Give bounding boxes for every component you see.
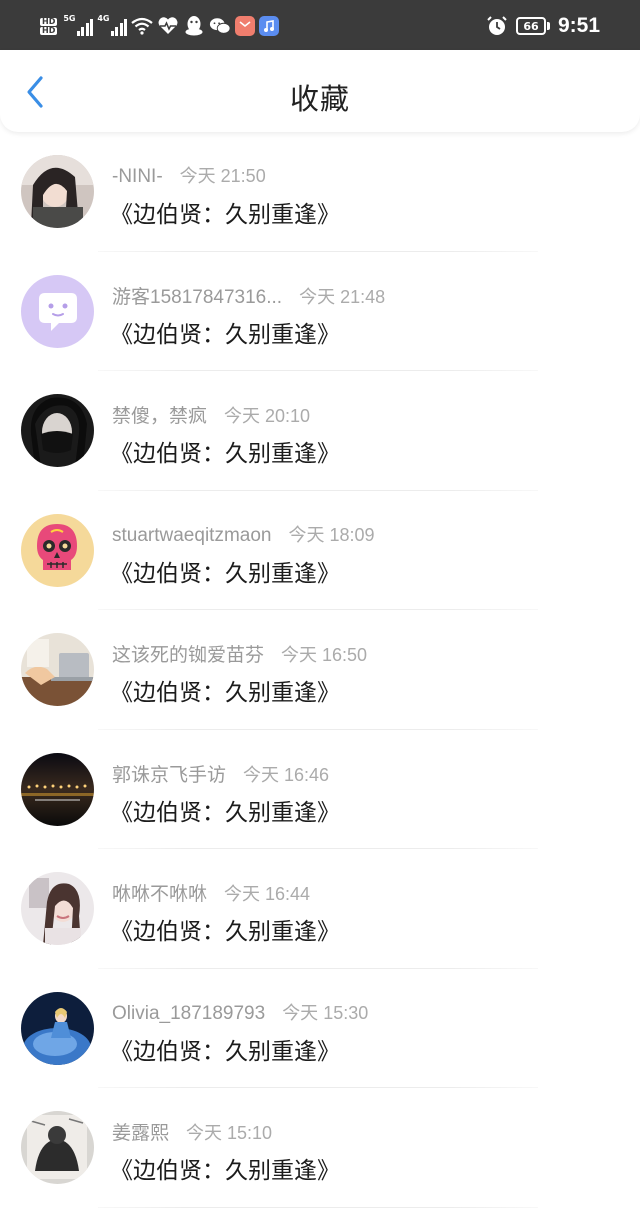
battery-icon: 66 [515,17,550,35]
username: 禁傻，禁疯 [112,406,208,427]
signal-5g-icon: 5G [63,14,94,37]
item-meta: 游客15817847316... 今天 21:48 [112,282,385,309]
favorite-title: 《边伯贤：久别重逢》 [110,680,340,706]
timestamp: 今天 20:10 [224,406,311,426]
avatar[interactable] [21,274,94,348]
item-meta: stuartwaeqitzmaon 今天 18:09 [112,521,375,547]
avatar[interactable] [21,1111,94,1184]
avatar[interactable] [21,633,94,706]
wechat-icon [209,15,231,37]
username: 郭诛京飞手访 [112,764,227,786]
music-app-icon [259,16,280,36]
wifi-icon [131,15,154,37]
favorite-item[interactable]: 郭诛京飞手访 今天 16:46 《边伯贤：久别重逢》 [0,730,640,849]
timestamp: 今天 21:48 [299,286,386,307]
heart-rate-icon [157,15,179,37]
item-meta: 咻咻不咻咻 今天 16:44 [112,879,310,906]
username: 咻咻不咻咻 [112,884,208,905]
avatar[interactable] [21,872,94,945]
avatar[interactable] [21,155,94,228]
timestamp: 今天 15:10 [186,1123,273,1143]
hd-label-bottom: HD [40,25,58,35]
username: Olivia_187189793 [112,1002,266,1024]
favorite-item[interactable]: 禁傻，禁疯 今天 20:10 《边伯贤：久别重逢》 [0,371,640,491]
favorites-list: -NINI- 今天 21:50 《边伯贤：久别重逢》 游客15817847316… [0,132,640,1208]
timestamp: 今天 16:44 [224,884,311,904]
avatar[interactable] [21,394,94,467]
favorite-item[interactable]: 姜露熙 今天 15:10 《边伯贤：久别重逢》 [0,1088,640,1208]
username: stuartwaeqitzmaon [112,524,272,546]
timestamp: 今天 18:09 [288,524,375,545]
divider [98,1206,538,1208]
item-meta: 禁傻，禁疯 今天 20:10 [112,401,310,428]
favorite-title: 《边伯贤：久别重逢》 [110,560,340,587]
status-time: 9:51 [557,14,600,37]
timestamp: 今天 15:30 [282,1002,369,1023]
nav-bar: 收藏 [0,50,640,132]
signal-4g-icon: 4G [97,14,128,37]
battery-level: 66 [515,17,546,35]
favorite-title: 《边伯贤：久别重逢》 [110,441,340,467]
favorite-title: 《边伯贤：久别重逢》 [110,1158,340,1184]
favorite-title: 《边伯贤：久别重逢》 [110,1038,340,1065]
status-left: HD HD 5G 4G [40,12,280,40]
favorite-title: 《边伯贤：久别重逢》 [110,799,340,826]
mail-app-icon [235,16,256,36]
avatar[interactable] [21,752,94,826]
username: -NINI- [112,166,163,187]
page-title: 收藏 [289,82,350,116]
favorite-item[interactable]: 咻咻不咻咻 今天 16:44 《边伯贤：久别重逢》 [0,849,640,969]
favorite-item[interactable]: Olivia_187189793 今天 15:30 《边伯贤：久别重逢》 [0,969,640,1088]
status-right: 66 9:51 [486,12,600,40]
item-meta: 郭诛京飞手访 今天 16:46 [112,760,329,787]
item-meta: Olivia_187189793 今天 15:30 [112,999,368,1025]
item-meta: 这该死的铷爱苗芬 今天 16:50 [112,640,367,667]
timestamp: 今天 16:46 [243,764,330,785]
avatar[interactable] [21,513,94,587]
timestamp: 今天 21:50 [179,166,266,186]
avatar[interactable] [21,991,94,1065]
favorite-item[interactable]: 这该死的铷爱苗芬 今天 16:50 《边伯贤：久别重逢》 [0,610,640,730]
favorite-item[interactable]: stuartwaeqitzmaon 今天 18:09 《边伯贤：久别重逢》 [0,491,640,610]
username: 这该死的铷爱苗芬 [112,645,265,666]
alarm-icon [486,15,508,37]
favorite-title: 《边伯贤：久别重逢》 [110,321,340,348]
username: 姜露熙 [112,1123,170,1144]
qq-penguin-icon [183,15,205,37]
username: 游客15817847316... [112,286,283,308]
favorite-item[interactable]: 游客15817847316... 今天 21:48 《边伯贤：久别重逢》 [0,252,640,371]
item-meta: -NINI- 今天 21:50 [112,162,266,188]
hd-label-top: HD [40,16,58,26]
timestamp: 今天 16:50 [281,645,368,665]
hd-indicator: HD HD [40,16,58,35]
item-meta: 姜露熙 今天 15:10 [112,1118,272,1145]
favorite-item[interactable]: -NINI- 今天 21:50 《边伯贤：久别重逢》 [0,132,640,252]
favorite-title: 《边伯贤：久别重逢》 [110,202,340,228]
status-bar: HD HD 5G 4G 66 9:51 [0,0,640,50]
favorite-title: 《边伯贤：久别重逢》 [110,919,340,945]
